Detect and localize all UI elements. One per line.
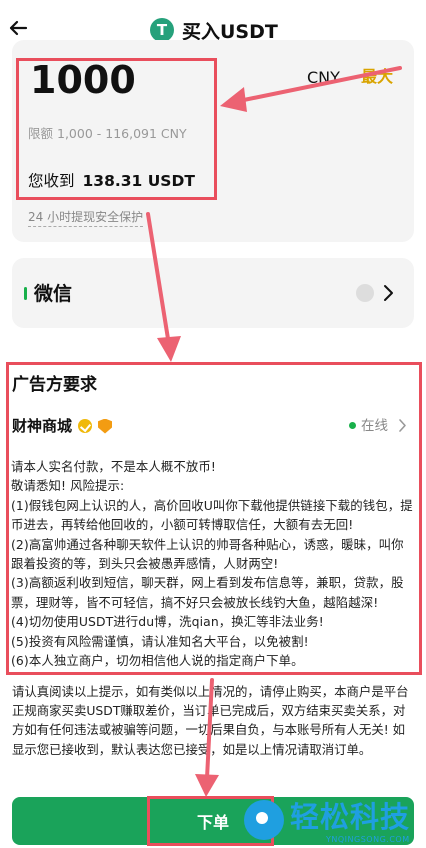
payment-method-selector[interactable] <box>12 258 414 328</box>
arrow-left-icon[interactable] <box>6 16 30 40</box>
warning-notice: 请认真阅读以上提示，如有类似以上情况的，请停止购买，本商户是平台正规商家买卖US… <box>12 684 409 757</box>
currency-label: CNY <box>307 68 340 87</box>
highlight-box-amount <box>16 58 217 200</box>
watermark-text: 轻松科技 <box>290 800 411 834</box>
watermark-icon <box>244 800 284 840</box>
chevron-right-icon[interactable] <box>382 284 394 302</box>
payment-status-dot <box>356 284 374 302</box>
payment-method-label: 微信 <box>34 283 73 305</box>
protection-info[interactable]: 24 小时提现安全保护 <box>28 209 144 227</box>
max-button[interactable]: 最大 <box>361 67 393 87</box>
tether-icon: T <box>150 18 174 42</box>
payment-marker <box>24 287 27 300</box>
watermark-subtext: YNQINGSONG.COM <box>326 835 410 844</box>
highlight-box-requirements <box>6 362 422 675</box>
watermark-logo: 轻松科技 YNQINGSONG.COM <box>244 798 426 848</box>
